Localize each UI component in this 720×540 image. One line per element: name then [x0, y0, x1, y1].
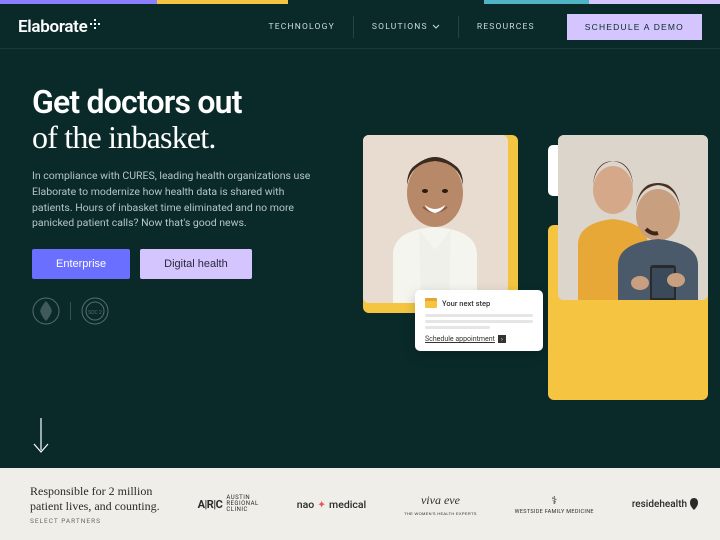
accent-bar [0, 0, 720, 4]
envelope-icon [425, 298, 437, 308]
main-nav: Elaborate TECHNOLOGY SOLUTIONS RESOURCES… [0, 4, 720, 49]
schedule-appointment-link[interactable]: Schedule appointment › [425, 335, 533, 343]
pin-icon [689, 498, 699, 510]
soc2-badge-icon: SOC 2 [81, 297, 109, 325]
arrow-right-icon: › [498, 335, 506, 343]
nav-resources[interactable]: RESOURCES [458, 16, 553, 38]
chevron-down-icon [432, 22, 440, 32]
compliance-badges: SOC 2 [32, 297, 352, 325]
digital-health-button[interactable]: Digital health [140, 249, 252, 279]
next-step-title: Your next step [442, 299, 490, 308]
partner-viva: viva eve THE WOMEN'S HEALTH EXPERTS [404, 493, 476, 516]
partner-arc: A|R|C AUSTINREGIONALCLINIC [198, 495, 259, 513]
logo-sparkle-icon [90, 19, 100, 29]
enterprise-button[interactable]: Enterprise [32, 249, 130, 279]
doctor-image [363, 135, 508, 303]
partners-heading: Responsible for 2 millionpatient lives, … [30, 484, 160, 525]
svg-text:SOC 2: SOC 2 [88, 310, 102, 316]
scroll-down-arrow-icon[interactable] [32, 416, 50, 460]
next-step-card: Your next step Schedule appointment › [415, 290, 543, 351]
hero-graphics: Your next step Schedule appointment › Pa… [363, 135, 708, 415]
partner-nao: nao✦medical [297, 498, 366, 511]
couple-image [558, 135, 708, 300]
nav-solutions[interactable]: SOLUTIONS [353, 16, 458, 38]
nav-items: TECHNOLOGY SOLUTIONS RESOURCES SCHEDULE … [250, 14, 702, 40]
brand-logo[interactable]: Elaborate [18, 17, 100, 37]
partner-westside: ⚕ WESTSIDE FAMILY MEDICINE [515, 494, 594, 515]
schedule-demo-button[interactable]: SCHEDULE A DEMO [567, 14, 702, 40]
hipaa-badge-icon [32, 297, 60, 325]
partners-strip: Responsible for 2 millionpatient lives, … [0, 468, 720, 540]
cta-row: Enterprise Digital health [32, 249, 352, 279]
hero-subtext: In compliance with CURES, leading health… [32, 168, 322, 231]
partner-reside: residehealth [632, 498, 699, 510]
brand-name: Elaborate [18, 17, 87, 37]
hero-copy: Get doctors out of the inbasket. In comp… [32, 85, 352, 325]
nav-technology[interactable]: TECHNOLOGY [250, 16, 352, 38]
hero-heading: Get doctors out of the inbasket. [32, 85, 352, 154]
hero: Get doctors out of the inbasket. In comp… [0, 49, 720, 325]
